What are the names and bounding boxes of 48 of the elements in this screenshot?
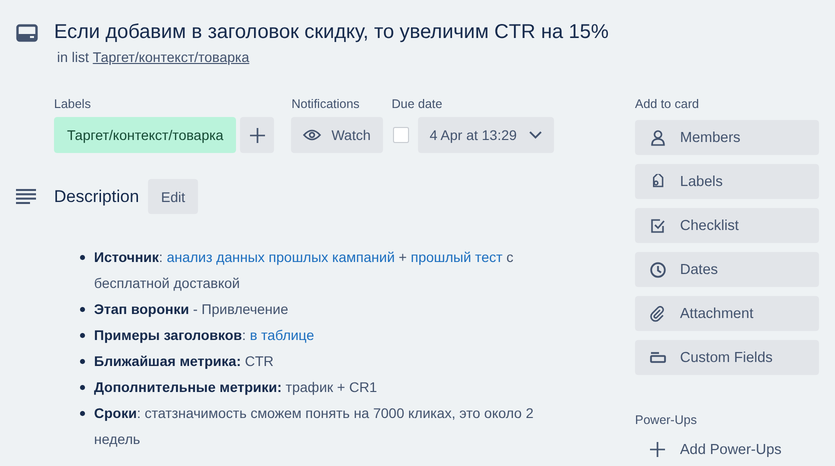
- bullet-icon: [80, 307, 85, 312]
- description-heading: Description: [54, 186, 140, 206]
- bullet-icon: [80, 385, 85, 390]
- list-item: Ближайшая метрика: CTR: [94, 352, 274, 371]
- sidebar-button[interactable]: Attachment: [635, 296, 819, 331]
- bullet-icon: [80, 255, 85, 260]
- plus-icon: [650, 442, 665, 457]
- description-link[interactable]: прошлый тест: [410, 249, 503, 265]
- eye-icon: [303, 129, 322, 141]
- list-item: Сроки: статзначимость сможем понять на 7000 кликах, это около 2 недель: [94, 404, 535, 449]
- add-label-button[interactable]: [240, 117, 274, 153]
- sidebar-button[interactable]: Custom Fields: [635, 340, 819, 375]
- bullet-icon: [80, 333, 85, 338]
- paperclip-icon: [650, 306, 665, 322]
- edit-button[interactable]: Edit: [148, 179, 198, 214]
- bullet-icon: [80, 359, 85, 364]
- notifications-heading: Notifications: [291, 97, 361, 111]
- description-link[interactable]: анализ данных прошлых кампаний: [166, 249, 395, 265]
- due-date-button[interactable]: 4 Apr at 13:29: [418, 117, 554, 153]
- labels-heading: Labels: [54, 97, 92, 111]
- chevron-down-icon: [528, 131, 542, 139]
- custom-fields-icon: [650, 352, 666, 363]
- watch-button[interactable]: Watch: [291, 117, 383, 153]
- list-item: Этап воронки - Привлечение: [94, 300, 288, 319]
- sidebar-button[interactable]: Labels: [635, 164, 819, 199]
- list-item: Источник: анализ данных прошлых кампаний + прошлый тест с бесплатной доставкой: [94, 248, 514, 293]
- list-link[interactable]: Таргет/контекст/товарка: [92, 49, 250, 65]
- add-to-card-heading: Add to card: [635, 97, 700, 112]
- list-prefix: in list: [57, 49, 89, 65]
- plus-icon: [250, 128, 265, 142]
- list-item: Дополнительные метрики: трафик + CR1: [94, 378, 378, 397]
- label-chip[interactable]: Таргет/контекст/товарка: [54, 117, 236, 153]
- card-icon: [16, 24, 38, 42]
- power-ups-heading: Power-Ups: [635, 413, 698, 428]
- due-date-heading: Due date: [392, 97, 444, 111]
- bullet-icon: [80, 411, 85, 416]
- clock-icon: [650, 262, 666, 278]
- description-icon: [16, 189, 36, 204]
- due-date-checkbox[interactable]: [392, 127, 409, 143]
- sidebar-button[interactable]: Checklist: [635, 208, 819, 243]
- card-title: Если добавим в заголовок скидку, то увеличим CTR на 15%: [54, 20, 609, 45]
- person-icon: [650, 130, 664, 146]
- sidebar-button[interactable]: Members: [635, 120, 819, 155]
- list-item: Примеры заголовков: в таблице: [94, 326, 314, 345]
- description-link[interactable]: в таблице: [250, 327, 314, 343]
- checklist-icon: [650, 218, 664, 232]
- sidebar-button[interactable]: Dates: [635, 252, 819, 287]
- add-power-ups-button[interactable]: Add Power-Ups: [635, 432, 819, 466]
